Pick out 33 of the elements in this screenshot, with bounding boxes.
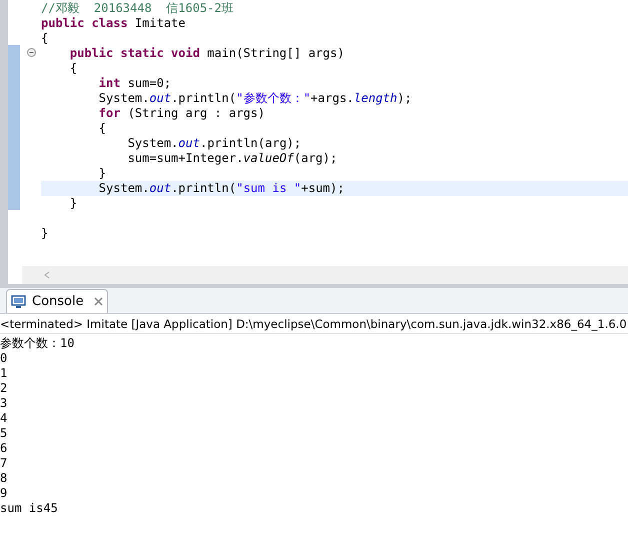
code-line: { bbox=[68, 61, 78, 76]
console-output-line: 1 bbox=[0, 366, 8, 381]
code-line: } bbox=[41, 226, 50, 241]
console-output-line: 9 bbox=[0, 486, 8, 501]
horizontal-scrollbar[interactable] bbox=[22, 266, 628, 284]
code-line: sum=sum+Integer.valueOf(arg); bbox=[126, 151, 338, 166]
monitor-icon bbox=[11, 294, 26, 308]
console-output-line: 7 bbox=[0, 456, 8, 471]
code-line: public class Imitate bbox=[41, 16, 186, 31]
console-output-line: 5 bbox=[0, 426, 8, 441]
code-line: } bbox=[98, 166, 108, 181]
console-output-line: 参数个数：10 bbox=[0, 336, 76, 351]
code-line: { bbox=[98, 121, 108, 136]
close-icon bbox=[94, 297, 103, 306]
code-line: for (String arg : args) bbox=[98, 106, 266, 121]
console-status: <terminated> Imitate [Java Application] D:\myeclipse\Common\binary\com.sun.java.jdk.win32.x86_64_1.6.0 bbox=[0, 314, 628, 334]
console-output-line: sum is45 bbox=[0, 501, 59, 516]
code-line: //邓毅 20163448 信1605-2班 bbox=[41, 1, 234, 16]
code-line: { bbox=[41, 31, 50, 46]
console-output-line: 8 bbox=[0, 471, 8, 486]
code-line: System.out.println(arg); bbox=[126, 136, 302, 151]
code-line: } bbox=[68, 196, 78, 211]
scroll-left-icon bbox=[44, 271, 50, 279]
console-output-line: 6 bbox=[0, 441, 8, 456]
console-output-line: 0 bbox=[0, 351, 8, 366]
code-line: public static void main(String[] args) bbox=[68, 46, 346, 61]
console-output-line: 4 bbox=[0, 411, 8, 426]
code-line: System.out.println("参数个数："+args.length); bbox=[98, 91, 413, 106]
console-tab[interactable]: Console bbox=[6, 289, 108, 313]
console-output-line: 3 bbox=[0, 396, 8, 411]
collapse-icon[interactable] bbox=[27, 48, 36, 57]
console-output-line: 2 bbox=[0, 381, 8, 396]
code-line: int sum=0; bbox=[98, 76, 172, 91]
